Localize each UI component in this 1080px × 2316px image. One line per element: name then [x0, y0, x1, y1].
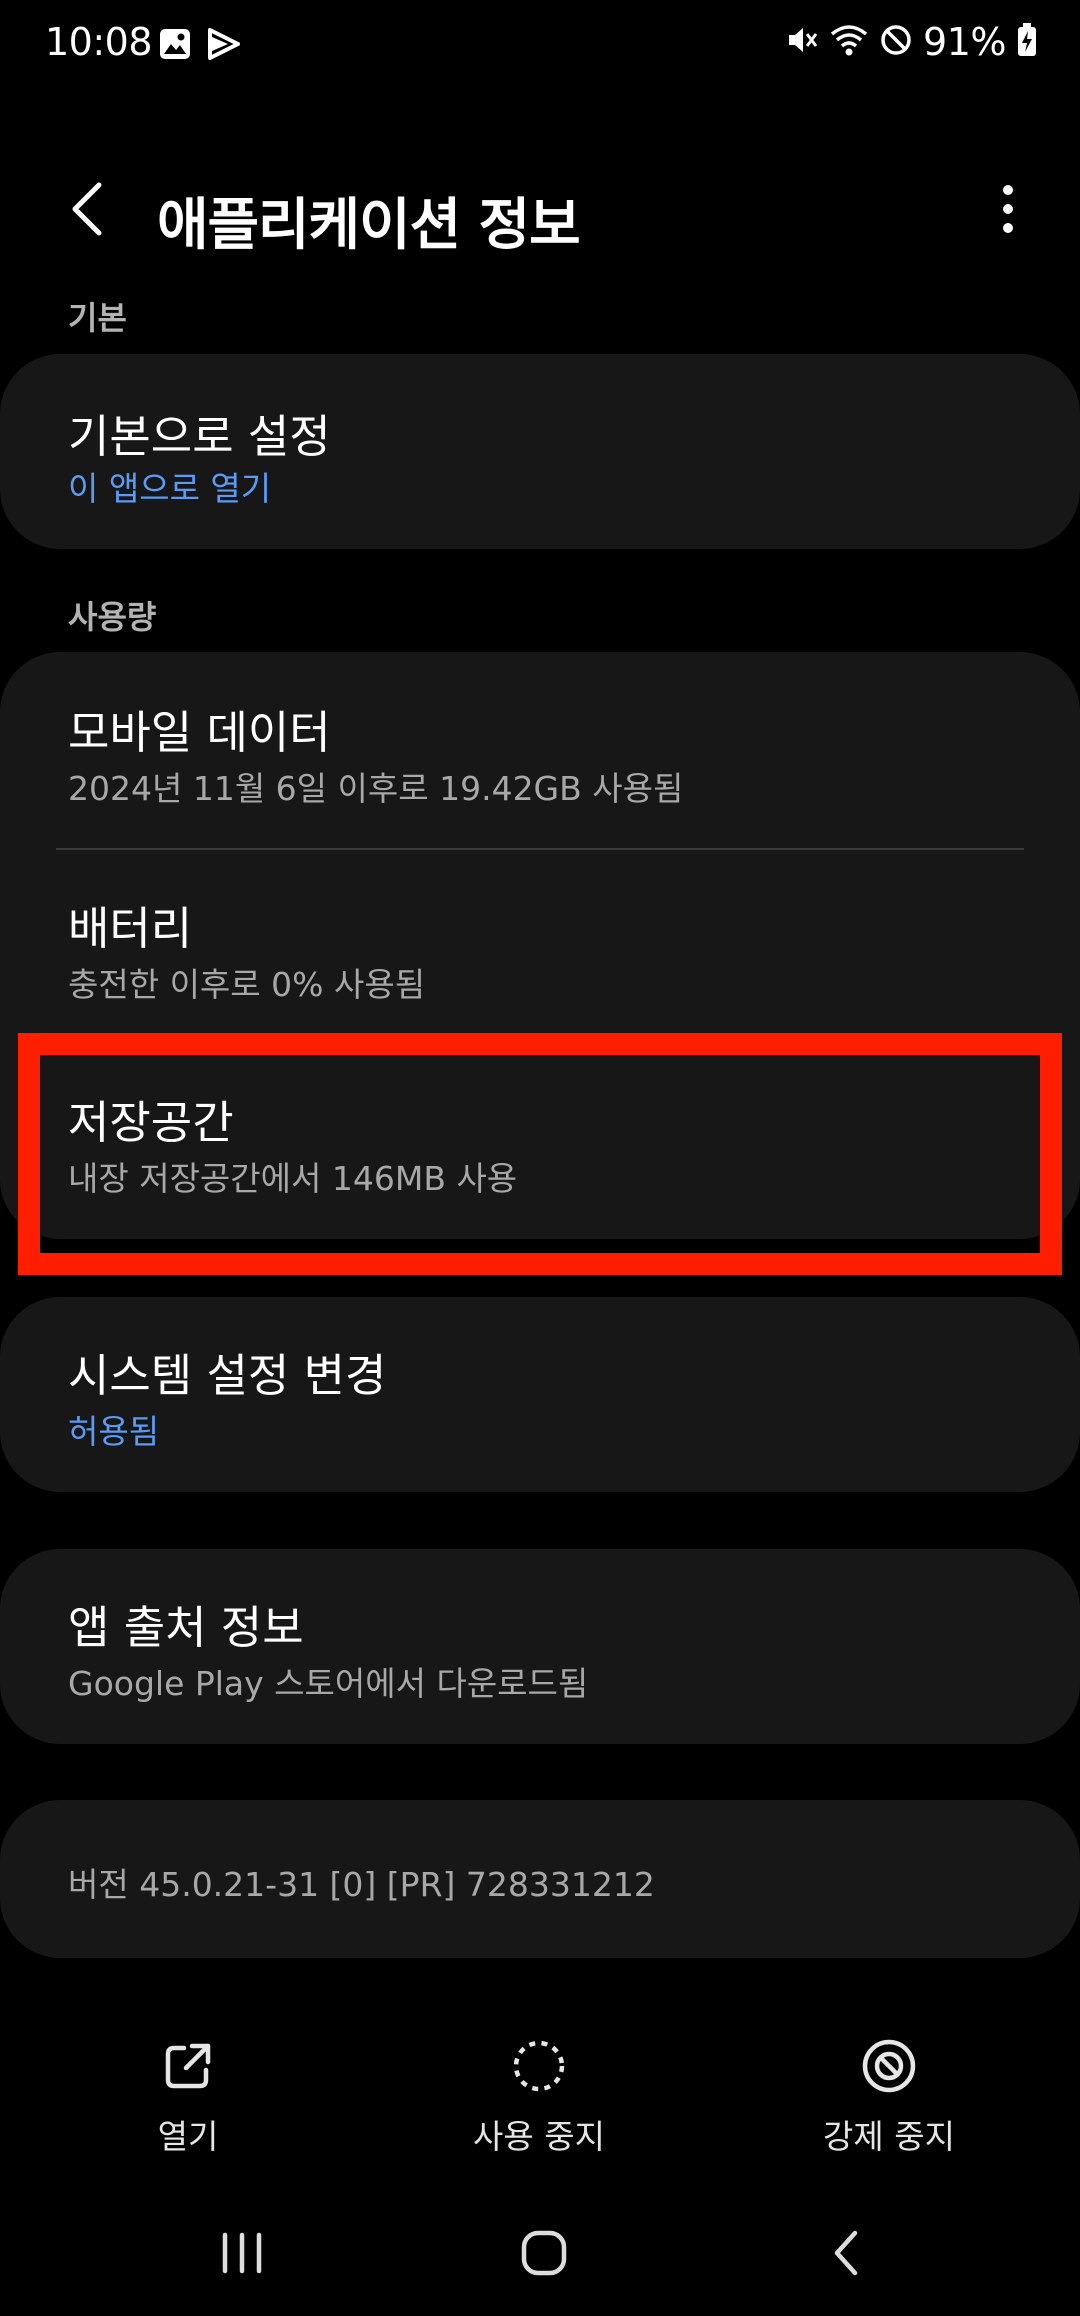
force-stop-icon [859, 2036, 919, 2096]
item-subtitle: Google Play 스토어에서 다운로드됨 [68, 1664, 589, 1703]
back-button[interactable] [52, 176, 122, 246]
play-icon [206, 27, 242, 65]
status-time: 10:08 [45, 20, 153, 64]
item-title: 저장공간 [68, 1096, 234, 1149]
item-title: 배터리 [68, 902, 193, 955]
more-vertical-icon [1001, 184, 1015, 238]
app-bar: 애플리케이션 정보 [0, 150, 1080, 270]
item-title: 모바일 데이터 [68, 706, 331, 759]
status-bar: 10:08 91% [0, 0, 1080, 95]
item-subtitle: 충전한 이후로 0% 사용됨 [68, 965, 426, 1004]
status-system-icons: 91% [783, 20, 1038, 64]
action-label: 사용 중지 [473, 2117, 605, 2156]
action-label: 열기 [157, 2117, 219, 2156]
section-label-basic: 기본 [68, 299, 127, 337]
recent-apps-icon [217, 2228, 267, 2282]
list-item-set-as-default[interactable]: 기본으로 설정 이 앱으로 열기 [0, 354, 1080, 549]
section-label-usage: 사용량 [68, 598, 157, 636]
disable-button[interactable]: 사용 중지 [389, 2020, 689, 2180]
open-button[interactable]: 열기 [38, 2020, 338, 2180]
wifi-icon [829, 22, 869, 62]
item-subtitle: 허용됨 [68, 1412, 160, 1451]
card-app-source: 앱 출처 정보 Google Play 스토어에서 다운로드됨 [0, 1549, 1080, 1744]
item-title: 기본으로 설정 [68, 410, 331, 463]
open-external-icon [158, 2036, 218, 2096]
version-text: 버전 45.0.21-31 [0] [PR] 728331212 [68, 1865, 655, 1904]
navigation-bar [0, 2200, 1080, 2316]
action-label: 강제 중지 [823, 2117, 955, 2156]
status-notification-icons [158, 27, 242, 65]
battery-charging-icon [1016, 22, 1038, 62]
card-usage: 모바일 데이터 2024년 11월 6일 이후로 19.42GB 사용됨 배터리… [0, 652, 1080, 1239]
home-icon [519, 2228, 569, 2282]
bottom-action-bar: 열기 사용 중지 강제 중지 [0, 2020, 1080, 2180]
nav-back-button[interactable] [802, 2220, 892, 2290]
list-item-battery[interactable]: 배터리 충전한 이후로 0% 사용됨 [0, 850, 1080, 1045]
list-item-app-source[interactable]: 앱 출처 정보 Google Play 스토어에서 다운로드됨 [0, 1549, 1080, 1744]
item-subtitle: 2024년 11월 6일 이후로 19.42GB 사용됨 [68, 769, 684, 808]
item-subtitle: 내장 저장공간에서 146MB 사용 [68, 1159, 518, 1198]
battery-percent: 91% [923, 20, 1006, 64]
list-item-storage[interactable]: 저장공간 내장 저장공간에서 146MB 사용 [0, 1045, 1080, 1239]
list-item-modify-system-settings[interactable]: 시스템 설정 변경 허용됨 [0, 1297, 1080, 1492]
list-item-mobile-data[interactable]: 모바일 데이터 2024년 11월 6일 이후로 19.42GB 사용됨 [0, 652, 1080, 847]
item-subtitle: 이 앱으로 열기 [68, 469, 272, 508]
item-title: 시스템 설정 변경 [68, 1349, 387, 1402]
card-default-settings: 기본으로 설정 이 앱으로 열기 [0, 354, 1080, 549]
recent-apps-button[interactable] [197, 2220, 287, 2290]
back-arrow-icon [67, 179, 107, 243]
disable-dashed-circle-icon [509, 2036, 569, 2096]
more-options-button[interactable] [978, 176, 1038, 246]
nav-back-icon [827, 2228, 867, 2282]
mute-icon [783, 22, 819, 62]
gallery-icon [158, 27, 192, 65]
item-title: 앱 출처 정보 [68, 1601, 304, 1654]
card-modify-system-settings: 시스템 설정 변경 허용됨 [0, 1297, 1080, 1492]
card-version: 버전 45.0.21-31 [0] [PR] 728331212 [0, 1800, 1080, 1958]
home-button[interactable] [499, 2220, 589, 2290]
force-stop-button[interactable]: 강제 중지 [739, 2020, 1039, 2180]
page-title: 애플리케이션 정보 [157, 193, 581, 258]
do-not-disturb-icon [879, 23, 913, 61]
